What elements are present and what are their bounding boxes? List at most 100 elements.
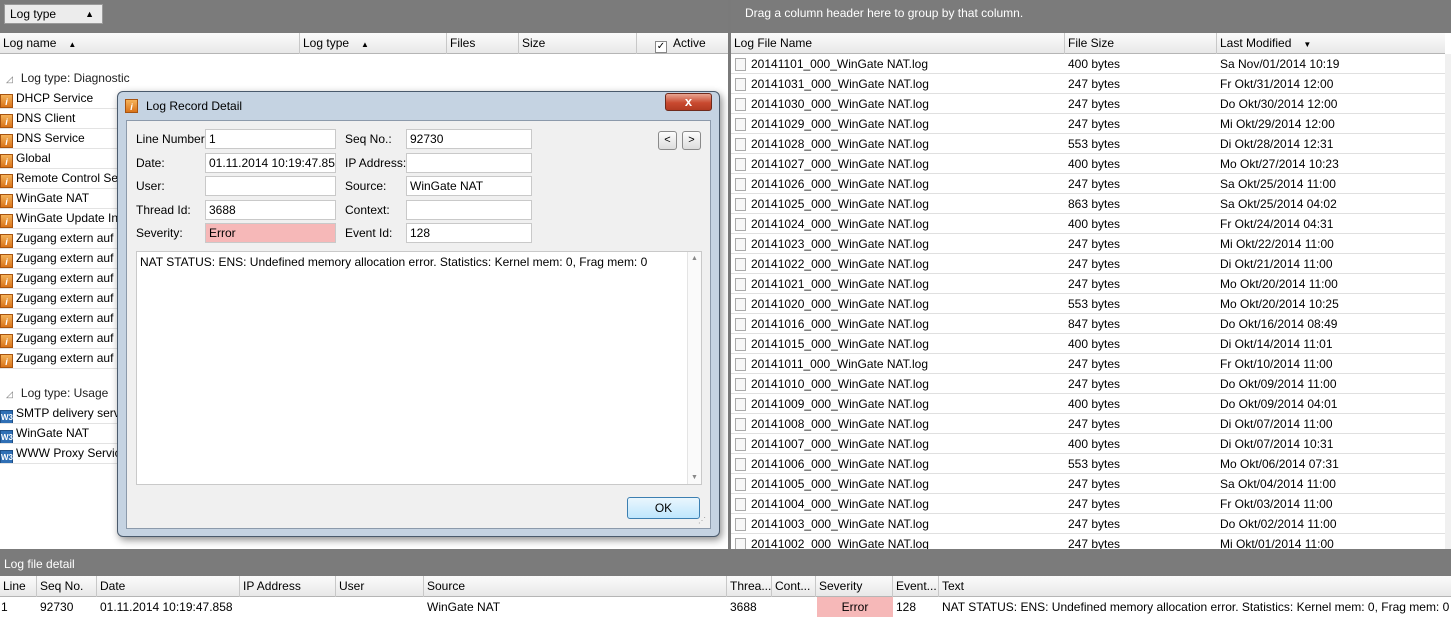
log-file-row[interactable]: 20141020_000_WinGate NAT.log 553 bytes Mo … xyxy=(731,294,1445,314)
log-file-row[interactable]: 20141004_000_WinGate NAT.log 247 bytes Fr … xyxy=(731,494,1445,514)
dialog-titlebar[interactable]: i Log Record Detail x xyxy=(118,92,719,119)
collapse-icon[interactable]: ◿ xyxy=(6,74,13,84)
group-drop-area[interactable]: Drag a column header here to group by th… xyxy=(731,0,1451,33)
col-user[interactable]: User xyxy=(336,576,424,597)
severity-field[interactable]: Error xyxy=(205,223,336,243)
log-file-row[interactable]: 20141029_000_WinGate NAT.log 247 bytes Mi … xyxy=(731,114,1445,134)
col-date[interactable]: Date xyxy=(97,576,240,597)
col-log-file-name[interactable]: Log File Name xyxy=(731,33,1065,54)
col-context[interactable]: Cont... xyxy=(772,576,816,597)
message-scrollbar[interactable]: ▲ ▼ xyxy=(687,252,701,484)
log-file-row[interactable]: 20141002_000_WinGate NAT.log 247 bytes Mi … xyxy=(731,534,1445,549)
log-file-row[interactable]: 20141003_000_WinGate NAT.log 247 bytes Do … xyxy=(731,514,1445,534)
next-record-button[interactable]: > xyxy=(682,131,701,150)
vertical-scrollbar[interactable] xyxy=(1445,54,1451,549)
log-list-item[interactable]: i WinGate Update In xyxy=(0,209,120,229)
col-last-modified[interactable]: Last Modified ▼ xyxy=(1217,33,1445,54)
log-list-item[interactable]: i Remote Control Se xyxy=(0,169,120,189)
log-file-row[interactable]: 20141010_000_WinGate NAT.log 247 bytes Do … xyxy=(731,374,1445,394)
diagnostic-log-icon: i xyxy=(0,174,13,188)
log-file-row[interactable]: 20141007_000_WinGate NAT.log 400 bytes Di … xyxy=(731,434,1445,454)
log-file-row[interactable]: 20141031_000_WinGate NAT.log 247 bytes Fr … xyxy=(731,74,1445,94)
log-list-item[interactable]: i Zugang extern auf xyxy=(0,269,120,289)
col-log-name[interactable]: Log name ▲ xyxy=(0,33,300,54)
collapse-icon[interactable]: ◿ xyxy=(6,389,13,399)
log-file-row[interactable]: 20141101_000_WinGate NAT.log 400 bytes Sa … xyxy=(731,54,1445,74)
log-list-item[interactable]: W3 WinGate NAT xyxy=(0,424,120,444)
log-file-row[interactable]: 20141028_000_WinGate NAT.log 553 bytes Di … xyxy=(731,134,1445,154)
group-row-usage[interactable]: ◿ Log type: Usage xyxy=(0,383,108,403)
col-source[interactable]: Source xyxy=(424,576,727,597)
log-file-row[interactable]: 20141011_000_WinGate NAT.log 247 bytes Fr … xyxy=(731,354,1445,374)
seq-no-field[interactable]: 92730 xyxy=(406,129,532,149)
context-field[interactable] xyxy=(406,200,532,220)
log-file-row[interactable]: 20141025_000_WinGate NAT.log 863 bytes Sa … xyxy=(731,194,1445,214)
col-seq[interactable]: Seq No. xyxy=(37,576,97,597)
log-file-row[interactable]: 20141008_000_WinGate NAT.log 247 bytes Di … xyxy=(731,414,1445,434)
log-file-row[interactable]: 20141021_000_WinGate NAT.log 247 bytes Mo … xyxy=(731,274,1445,294)
user-field[interactable] xyxy=(205,176,336,196)
ok-button[interactable]: OK xyxy=(627,497,700,519)
log-file-row[interactable]: 20141022_000_WinGate NAT.log 247 bytes Di … xyxy=(731,254,1445,274)
log-list-item[interactable]: i Zugang extern auf xyxy=(0,309,120,329)
log-list-item[interactable]: i Zugang extern auf xyxy=(0,329,120,349)
group-chip-log-type[interactable]: Log type ▲ xyxy=(4,4,103,24)
log-list-item[interactable]: i DHCP Service xyxy=(0,89,120,109)
log-list-item[interactable]: i Zugang extern auf xyxy=(0,249,120,269)
log-list-item[interactable]: i Zugang extern auf xyxy=(0,289,120,309)
log-file-row[interactable]: 20141006_000_WinGate NAT.log 553 bytes Mo … xyxy=(731,454,1445,474)
log-file-row[interactable]: 20141027_000_WinGate NAT.log 400 bytes Mo … xyxy=(731,154,1445,174)
detail-row[interactable]: 1 92730 01.11.2014 10:19:47.858 WinGate … xyxy=(0,597,1451,617)
log-file-row[interactable]: 20141005_000_WinGate NAT.log 247 bytes Sa … xyxy=(731,474,1445,494)
source-label: Source: xyxy=(345,179,387,193)
log-list-item[interactable]: i WinGate NAT xyxy=(0,189,120,209)
log-list-item[interactable]: i Zugang extern auf xyxy=(0,349,120,369)
last-modified: Fr Okt/24/2014 04:31 xyxy=(1220,217,1334,231)
user-label: User: xyxy=(136,179,165,193)
log-file-row[interactable]: 20141015_000_WinGate NAT.log 400 bytes Di … xyxy=(731,334,1445,354)
thread-id-field[interactable]: 3688 xyxy=(205,200,336,220)
group-row-diagnostic[interactable]: ◿ Log type: Diagnostic xyxy=(0,68,130,88)
col-ip[interactable]: IP Address xyxy=(240,576,336,597)
log-name: SMTP delivery servi xyxy=(16,406,120,420)
log-list-item[interactable]: W3 WWW Proxy Servic xyxy=(0,444,120,464)
col-files[interactable]: Files xyxy=(447,33,519,54)
col-log-type[interactable]: Log type ▲ xyxy=(300,33,447,54)
sort-asc-icon: ▲ xyxy=(361,40,369,49)
message-text-area[interactable]: NAT STATUS: ENS: Undefined memory alloca… xyxy=(136,251,702,485)
col-thread[interactable]: Threa... xyxy=(727,576,772,597)
previous-record-button[interactable]: < xyxy=(658,131,677,150)
source-field[interactable]: WinGate NAT xyxy=(406,176,532,196)
log-file-row[interactable]: 20141030_000_WinGate NAT.log 247 bytes Do … xyxy=(731,94,1445,114)
log-file-row[interactable]: 20141016_000_WinGate NAT.log 847 bytes Do … xyxy=(731,314,1445,334)
scroll-up-icon[interactable]: ▲ xyxy=(688,255,701,262)
scroll-down-icon[interactable]: ▼ xyxy=(688,474,701,481)
log-file-row[interactable]: 20141023_000_WinGate NAT.log 247 bytes Mi … xyxy=(731,234,1445,254)
file-name: 20141005_000_WinGate NAT.log xyxy=(751,477,929,491)
log-file-row[interactable]: 20141009_000_WinGate NAT.log 400 bytes Do … xyxy=(731,394,1445,414)
sort-asc-icon: ▲ xyxy=(68,40,77,49)
close-button[interactable]: x xyxy=(665,93,712,111)
log-file-row[interactable]: 20141026_000_WinGate NAT.log 247 bytes Sa … xyxy=(731,174,1445,194)
resize-grip-icon[interactable]: ⋰ xyxy=(698,516,708,526)
file-size: 247 bytes xyxy=(1068,257,1121,271)
active-checkbox[interactable]: ✓ xyxy=(655,41,667,53)
col-active[interactable]: ✓ Active xyxy=(637,33,728,54)
log-list-item[interactable]: i DNS Client xyxy=(0,109,120,129)
last-modified: Di Okt/28/2014 12:31 xyxy=(1220,137,1334,151)
col-event[interactable]: Event... xyxy=(893,576,939,597)
col-severity[interactable]: Severity xyxy=(816,576,893,597)
date-field[interactable]: 01.11.2014 10:19:47.858 xyxy=(205,153,336,173)
col-text[interactable]: Text xyxy=(939,576,1451,597)
col-file-size[interactable]: File Size xyxy=(1065,33,1217,54)
event-id-field[interactable]: 128 xyxy=(406,223,532,243)
log-list-item[interactable]: i DNS Service xyxy=(0,129,120,149)
log-list-item[interactable]: i Zugang extern auf xyxy=(0,229,120,249)
line-number-field[interactable]: 1 xyxy=(205,129,336,149)
col-line[interactable]: Line xyxy=(0,576,37,597)
log-list-item[interactable]: i Global xyxy=(0,149,120,169)
col-size[interactable]: Size xyxy=(519,33,637,54)
log-file-row[interactable]: 20141024_000_WinGate NAT.log 400 bytes Fr … xyxy=(731,214,1445,234)
log-list-item[interactable]: W3 SMTP delivery servi xyxy=(0,404,120,424)
ip-address-field[interactable] xyxy=(406,153,532,173)
